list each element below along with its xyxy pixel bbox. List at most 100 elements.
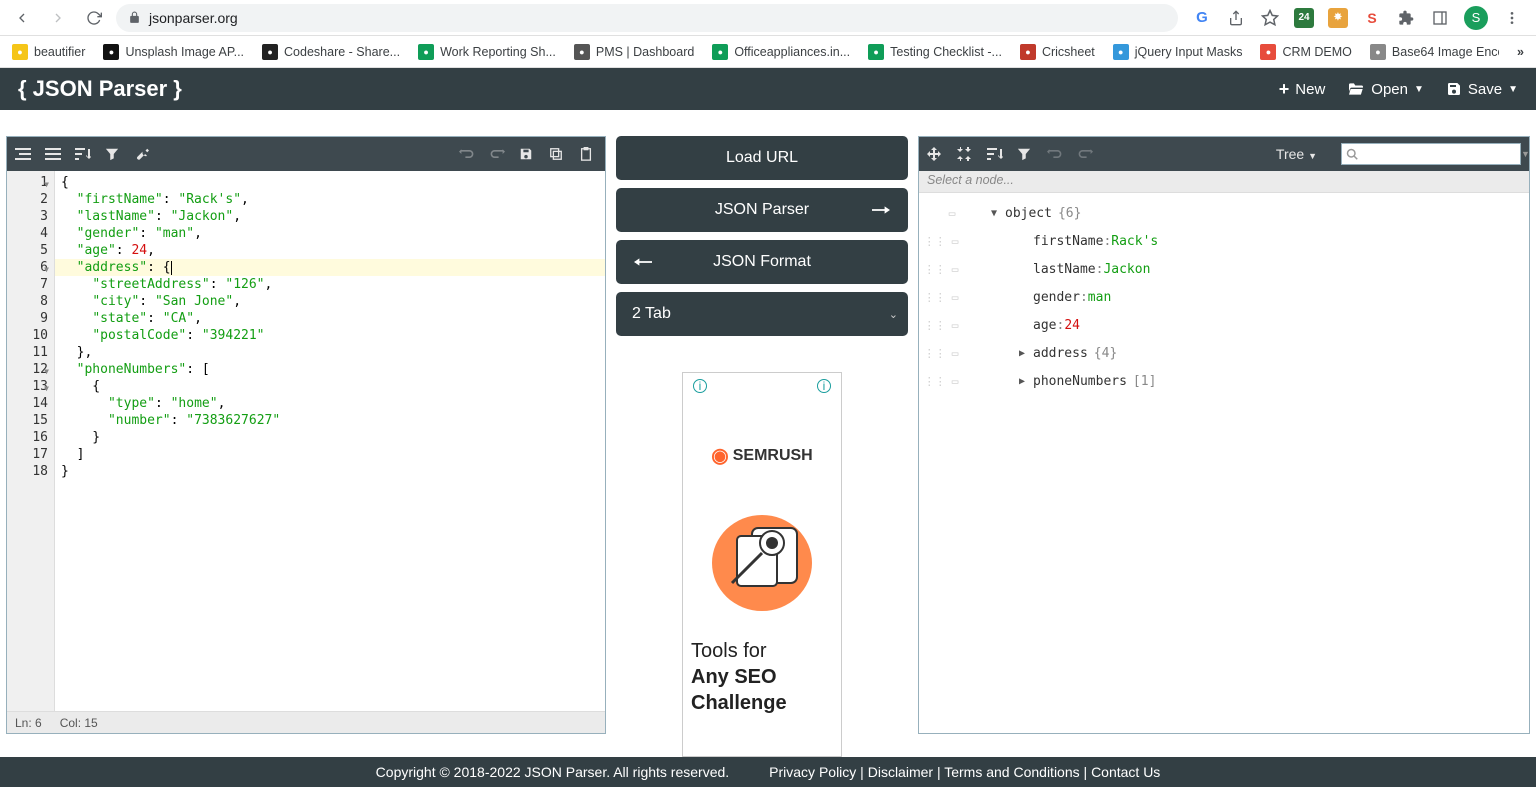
expand-all-icon[interactable]: [927, 147, 945, 161]
browser-actions: G 24 ✸ S S: [1186, 6, 1528, 30]
bookmark-item[interactable]: ●Testing Checklist -...: [868, 44, 1002, 60]
bookmark-item[interactable]: ●Unsplash Image AP...: [103, 44, 244, 60]
ad-headline: Tools for Any SEO Challenge: [691, 638, 787, 716]
arrow-left-icon: [634, 255, 652, 269]
footer-link[interactable]: Privacy Policy: [769, 764, 856, 780]
json-parser-button[interactable]: JSON Parser: [616, 188, 908, 232]
bookmarks-overflow[interactable]: »: [1517, 45, 1524, 59]
redo-tree-icon[interactable]: [1077, 147, 1095, 161]
ad-illustration: [697, 498, 827, 618]
bookmark-item[interactable]: ●CRM DEMO: [1260, 44, 1351, 60]
code-editor[interactable]: 1▼23456▼789101112▼13▼1415161718 { "first…: [7, 171, 605, 711]
extension-icon-2[interactable]: ✸: [1328, 8, 1348, 28]
bookmarks-bar: ●beautifier ●Unsplash Image AP... ●Codesha…: [0, 36, 1536, 68]
arrow-right-icon: [872, 203, 890, 217]
bookmark-item[interactable]: ●Officeappliances.in...: [712, 44, 850, 60]
save-button[interactable]: Save ▼: [1446, 81, 1518, 98]
tree-row[interactable]: ⋮⋮▭▶address{4}: [919, 339, 1529, 367]
plus-icon: +: [1279, 79, 1290, 100]
bookmark-favicon: ●: [418, 44, 434, 60]
tree-row[interactable]: ⋮⋮▭age : 24: [919, 311, 1529, 339]
reload-button[interactable]: [80, 4, 108, 32]
app-logo: { JSON Parser }: [18, 76, 182, 102]
status-line: Ln: 6: [15, 716, 42, 730]
folder-open-icon: [1347, 82, 1365, 96]
extension-calendar-icon[interactable]: 24: [1294, 8, 1314, 28]
bookmark-favicon: ●: [574, 44, 590, 60]
bookmark-favicon: ●: [103, 44, 119, 60]
node-path-display: Select a node...: [919, 171, 1529, 193]
advertisement[interactable]: i i ◉ SEMRUSH Tools for Any SEO Challeng…: [682, 372, 842, 757]
open-button[interactable]: Open ▼: [1347, 81, 1424, 98]
footer-link[interactable]: Disclaimer: [868, 764, 933, 780]
json-format-button[interactable]: JSON Format: [616, 240, 908, 284]
compact-icon[interactable]: [45, 147, 63, 161]
extensions-icon[interactable]: [1396, 8, 1416, 28]
page-footer: Copyright © 2018-2022 JSON Parser. All r…: [0, 757, 1536, 787]
filter-tree-icon[interactable]: [1017, 147, 1035, 161]
tree-row[interactable]: ⋮⋮▭gender : man: [919, 283, 1529, 311]
collapse-all-icon[interactable]: [957, 147, 975, 161]
format-icon[interactable]: [15, 147, 33, 161]
lock-icon: [128, 11, 141, 24]
repair-icon[interactable]: [135, 147, 153, 161]
view-mode-select[interactable]: Tree ▼: [1276, 146, 1317, 162]
tree-search[interactable]: ▼: [1341, 143, 1521, 165]
bookmark-favicon: ●: [1370, 44, 1386, 60]
bookmark-favicon: ●: [1020, 44, 1036, 60]
bookmark-favicon: ●: [262, 44, 278, 60]
tree-toolbar: Tree ▼ ▼: [919, 137, 1529, 171]
app-header: { JSON Parser } + New Open ▼ Save ▼: [0, 68, 1536, 110]
tree-row[interactable]: ⋮⋮▭lastName : Jackon: [919, 255, 1529, 283]
bookmark-item[interactable]: ●PMS | Dashboard: [574, 44, 694, 60]
profile-avatar[interactable]: S: [1464, 6, 1488, 30]
panel-icon[interactable]: [1430, 8, 1450, 28]
status-col: Col: 15: [60, 716, 98, 730]
tree-row[interactable]: ▭▼object{6}: [919, 199, 1529, 227]
filter-icon[interactable]: [105, 147, 123, 161]
ad-info-icon[interactable]: i: [693, 379, 707, 393]
footer-link[interactable]: Contact Us: [1091, 764, 1160, 780]
forward-button[interactable]: [44, 4, 72, 32]
share-icon[interactable]: [1226, 8, 1246, 28]
redo-icon[interactable]: [489, 147, 507, 161]
load-url-button[interactable]: Load URL: [616, 136, 908, 180]
bookmark-item[interactable]: ●Base64 Image Enco...: [1370, 44, 1499, 60]
indent-select[interactable]: 2 Tab ⌄: [616, 292, 908, 336]
undo-tree-icon[interactable]: [1047, 147, 1065, 161]
bookmark-item[interactable]: ●jQuery Input Masks: [1113, 44, 1243, 60]
editor-toolbar: [7, 137, 605, 171]
google-icon[interactable]: G: [1192, 8, 1212, 28]
tree-body[interactable]: ▭▼object{6}⋮⋮▭firstName : Rack's⋮⋮▭lastN…: [919, 193, 1529, 733]
code-editor-panel: 1▼23456▼789101112▼13▼1415161718 { "first…: [6, 136, 606, 734]
tree-row[interactable]: ⋮⋮▭▶phoneNumbers[1]: [919, 367, 1529, 395]
undo-icon[interactable]: [459, 147, 477, 161]
star-icon[interactable]: [1260, 8, 1280, 28]
copy-icon[interactable]: [549, 147, 567, 161]
address-bar[interactable]: jsonparser.org: [116, 4, 1178, 32]
clipboard-icon[interactable]: [579, 147, 597, 161]
back-button[interactable]: [8, 4, 36, 32]
tree-row[interactable]: ⋮⋮▭firstName : Rack's: [919, 227, 1529, 255]
menu-icon[interactable]: [1502, 8, 1522, 28]
extension-icon-3[interactable]: S: [1362, 8, 1382, 28]
footer-link[interactable]: Terms and Conditions: [944, 764, 1079, 780]
bookmark-item[interactable]: ●Work Reporting Sh...: [418, 44, 556, 60]
url-text: jsonparser.org: [149, 10, 238, 26]
save-disk-icon[interactable]: [519, 147, 537, 161]
copyright-text: Copyright © 2018-2022 JSON Parser. All r…: [376, 764, 729, 780]
tree-search-input[interactable]: [1362, 147, 1517, 161]
search-dropdown-icon[interactable]: ▼: [1521, 149, 1530, 159]
bookmark-item[interactable]: ●Cricsheet: [1020, 44, 1095, 60]
new-button[interactable]: + New: [1279, 79, 1326, 100]
bookmark-favicon: ●: [868, 44, 884, 60]
sort-tree-icon[interactable]: [987, 147, 1005, 161]
main-content: 1▼23456▼789101112▼13▼1415161718 { "first…: [0, 110, 1536, 757]
bookmark-item[interactable]: ●beautifier: [12, 44, 85, 60]
save-icon: [1446, 81, 1462, 97]
bookmark-item[interactable]: ●Codeshare - Share...: [262, 44, 400, 60]
ad-info-icon[interactable]: i: [817, 379, 831, 393]
center-controls: Load URL JSON Parser JSON Format 2 Tab ⌄…: [616, 136, 908, 757]
caret-down-icon: ▼: [1508, 84, 1518, 95]
sort-icon[interactable]: [75, 147, 93, 161]
